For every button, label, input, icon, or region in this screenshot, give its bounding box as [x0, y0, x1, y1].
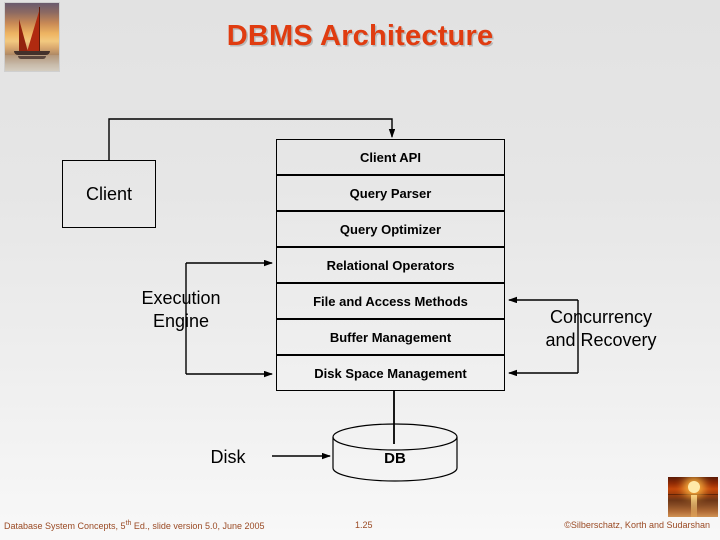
slide-footer: Database System Concepts, 5th Ed., slide…	[0, 518, 720, 534]
stack-box-client-api[interactable]: Client API	[276, 139, 505, 175]
footer-source-prefix: Database System Concepts, 5	[4, 521, 126, 531]
stack-box-query-optimizer[interactable]: Query Optimizer	[276, 211, 505, 247]
stack-box-relational-operators[interactable]: Relational Operators	[276, 247, 505, 283]
footer-copyright: ©Silberschatz, Korth and Sudarshan	[564, 520, 710, 530]
execution-engine-label-line1: Execution	[141, 288, 221, 308]
sun-icon	[688, 481, 700, 493]
slide-canvas: DBMS Architecture Client Client API Quer…	[0, 0, 720, 540]
sun-reflection	[691, 495, 697, 517]
footer-source-citation: Database System Concepts, 5th Ed., slide…	[4, 520, 265, 531]
execution-engine-label: Execution Engine	[96, 287, 266, 332]
concurrency-and-recovery-label: Concurrency and Recovery	[512, 306, 690, 351]
sunset-over-water-image	[668, 477, 718, 517]
db-label: DB	[384, 450, 406, 467]
dbms-architecture-diagram: Client Client API Query Parser Query Opt…	[0, 0, 720, 540]
stack-box-query-parser[interactable]: Query Parser	[276, 175, 505, 211]
execution-engine-label-line2: Engine	[152, 310, 210, 331]
disk-label: Disk	[210, 447, 246, 467]
stack-box-file-and-access-methods[interactable]: File and Access Methods	[276, 283, 505, 319]
stack-box-disk-space-management[interactable]: Disk Space Management	[276, 355, 505, 391]
footer-source-suffix: Ed., slide version 5.0, June 2005	[131, 521, 265, 531]
footer-page-number: 1.25	[355, 520, 373, 530]
client-box[interactable]: Client	[62, 160, 156, 228]
concurrency-label-line1: Concurrency	[549, 307, 653, 327]
concurrency-label-line2: and Recovery	[545, 329, 657, 350]
stack-box-buffer-management[interactable]: Buffer Management	[276, 319, 505, 355]
